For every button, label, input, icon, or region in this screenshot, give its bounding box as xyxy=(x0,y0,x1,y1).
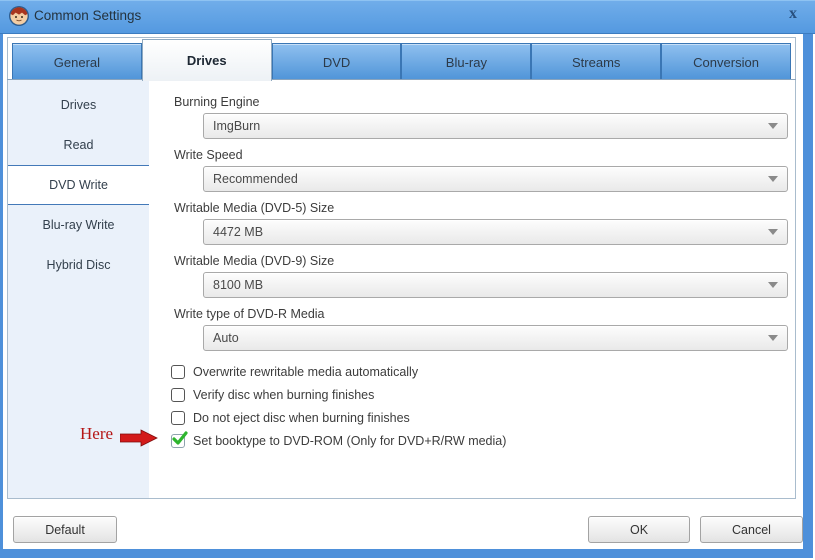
checkbox-row-do-not-eject-disc-when-burning-finishes: Do not eject disc when burning finishes xyxy=(171,406,795,429)
app-logo-icon xyxy=(9,6,29,26)
chevron-down-icon xyxy=(768,176,778,182)
checkbox-label: Do not eject disc when burning finishes xyxy=(193,410,410,425)
chevron-down-icon xyxy=(768,123,778,129)
field-label: Write type of DVD-R Media xyxy=(174,307,325,321)
arrow-right-icon xyxy=(120,429,158,447)
field-label: Writable Media (DVD-9) Size xyxy=(174,254,335,268)
tab-bar: General Drives DVD Blu-ray Streams Conversion xyxy=(7,38,796,81)
dropdown-writable-media-dvd-5-size[interactable]: 4472 MB xyxy=(203,219,788,245)
dropdown-write-type-of-dvd-r-media[interactable]: Auto xyxy=(203,325,788,351)
dropdown-value: 4472 MB xyxy=(213,225,264,239)
chevron-down-icon xyxy=(768,229,778,235)
field-writable-media-dvd-5-size: Writable Media (DVD-5) Size 4472 MB xyxy=(149,200,795,245)
field-burning-engine: Burning Engine ImgBurn xyxy=(149,94,795,139)
field-label: Write Speed xyxy=(174,148,243,162)
checkbox-row-overwrite-rewritable-media-automatically: Overwrite rewritable media automatically xyxy=(171,360,795,383)
field-label: Writable Media (DVD-5) Size xyxy=(174,201,335,215)
field-write-speed: Write Speed Recommended xyxy=(149,147,795,192)
check-icon xyxy=(172,430,188,445)
checkbox-label: Overwrite rewritable media automatically xyxy=(193,364,419,379)
dropdown-write-speed[interactable]: Recommended xyxy=(203,166,788,192)
window-title: Common Settings xyxy=(34,8,142,23)
annotation-label: Here xyxy=(80,424,114,443)
tab-blu-ray[interactable]: Blu-ray xyxy=(401,43,532,80)
default-button[interactable]: Default xyxy=(13,516,117,543)
close-icon[interactable]: x xyxy=(784,5,802,25)
ok-button[interactable]: OK xyxy=(588,516,690,543)
dropdown-value: ImgBurn xyxy=(213,119,261,133)
checkbox-group: Overwrite rewritable media automatically… xyxy=(149,360,795,452)
common-settings-dialog: Common Settings x General Drives DVD Blu-ra… xyxy=(0,0,815,560)
tab-dvd[interactable]: DVD xyxy=(271,43,402,80)
cancel-button[interactable]: Cancel xyxy=(700,516,803,543)
checkbox-set-booktype-to-dvd-rom-only-for-dvd-r-rw-media[interactable] xyxy=(171,430,188,448)
checkbox-row-verify-disc-when-burning-finishes: Verify disc when burning finishes xyxy=(171,383,795,406)
chevron-down-icon xyxy=(768,282,778,288)
tab-drives[interactable]: Drives xyxy=(141,39,272,81)
dropdown-value: Auto xyxy=(213,331,239,345)
field-writable-media-dvd-9-size: Writable Media (DVD-9) Size 8100 MB xyxy=(149,253,795,298)
checkbox-label: Verify disc when burning finishes xyxy=(193,387,375,402)
checkbox-verify-disc-when-burning-finishes[interactable] xyxy=(171,387,185,402)
sidebar-item-drives[interactable]: Drives xyxy=(8,85,149,125)
field-label: Burning Engine xyxy=(174,95,260,109)
field-list: Burning Engine ImgBurn Write Speed Recommen… xyxy=(149,94,795,351)
checkbox-do-not-eject-disc-when-burning-finishes[interactable] xyxy=(171,410,185,425)
dropdown-burning-engine[interactable]: ImgBurn xyxy=(203,113,788,139)
tab-conversion[interactable]: Conversion xyxy=(661,43,791,80)
titlebar: Common Settings x xyxy=(0,0,815,34)
chevron-down-icon xyxy=(768,335,778,341)
sidebar-item-dvd-write[interactable]: DVD Write xyxy=(8,165,149,205)
dvd-write-settings: Burning Engine ImgBurn Write Speed Recommen… xyxy=(149,80,795,498)
field-write-type-of-dvd-r-media: Write type of DVD-R Media Auto xyxy=(149,306,795,351)
checkbox-label: Set booktype to DVD-ROM (Only for DVD+R/… xyxy=(193,433,507,448)
checkbox-row-set-booktype-to-dvd-rom-only-for-dvd-r-rw-media: Set booktype to DVD-ROM (Only for DVD+R/… xyxy=(171,429,795,452)
dropdown-value: 8100 MB xyxy=(213,278,264,292)
sidebar-item-blu-ray-write[interactable]: Blu-ray Write xyxy=(8,205,149,245)
sidebar-item-read[interactable]: Read xyxy=(8,125,149,165)
dropdown-value: Recommended xyxy=(213,172,298,186)
sidebar-item-hybrid-disc[interactable]: Hybrid Disc xyxy=(8,245,149,285)
dropdown-writable-media-dvd-9-size[interactable]: 8100 MB xyxy=(203,272,788,298)
tab-general[interactable]: General xyxy=(12,43,142,80)
tab-streams[interactable]: Streams xyxy=(531,43,662,80)
checkbox-overwrite-rewritable-media-automatically[interactable] xyxy=(171,364,185,379)
